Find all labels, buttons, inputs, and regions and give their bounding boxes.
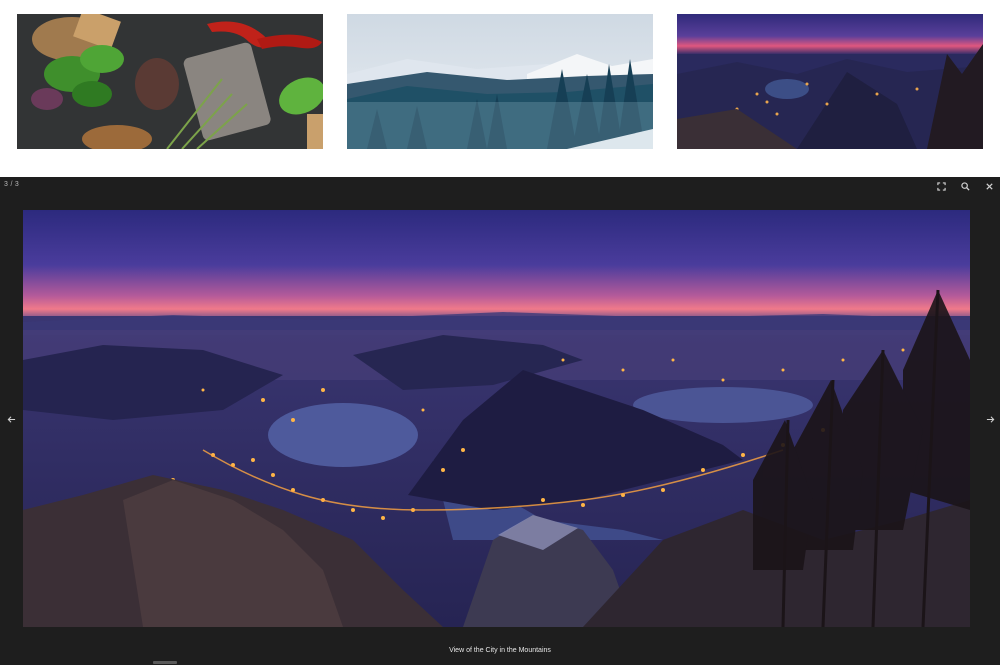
lightbox-toolbar xyxy=(934,179,996,193)
arrow-right-icon xyxy=(986,415,994,423)
thumbnail-city-mountains[interactable] xyxy=(677,14,983,149)
city-mountains-image xyxy=(23,210,970,627)
prev-image-button[interactable] xyxy=(3,411,19,427)
next-image-button[interactable] xyxy=(982,411,998,427)
thumbnail-snowy-forest[interactable] xyxy=(347,14,653,149)
snowy-forest-image xyxy=(347,14,653,149)
scroll-indicator xyxy=(153,661,177,664)
image-counter: 3 / 3 xyxy=(4,181,20,188)
close-icon xyxy=(985,182,993,190)
thumbnail-herbs-spices[interactable] xyxy=(17,14,323,149)
close-button[interactable] xyxy=(982,179,996,193)
zoom-icon xyxy=(960,181,970,191)
arrow-left-icon xyxy=(7,415,15,423)
fullscreen-icon xyxy=(936,181,946,191)
lightbox-overlay: 3 / 3 View of the City in the Mountains xyxy=(0,177,1000,665)
zoom-button[interactable] xyxy=(958,179,972,193)
fullscreen-button[interactable] xyxy=(934,179,948,193)
lightbox-image[interactable] xyxy=(23,210,970,627)
image-caption: View of the City in the Mountains xyxy=(449,647,551,654)
city-mountains-thumb-image xyxy=(677,14,983,149)
herbs-spices-image xyxy=(17,14,323,149)
